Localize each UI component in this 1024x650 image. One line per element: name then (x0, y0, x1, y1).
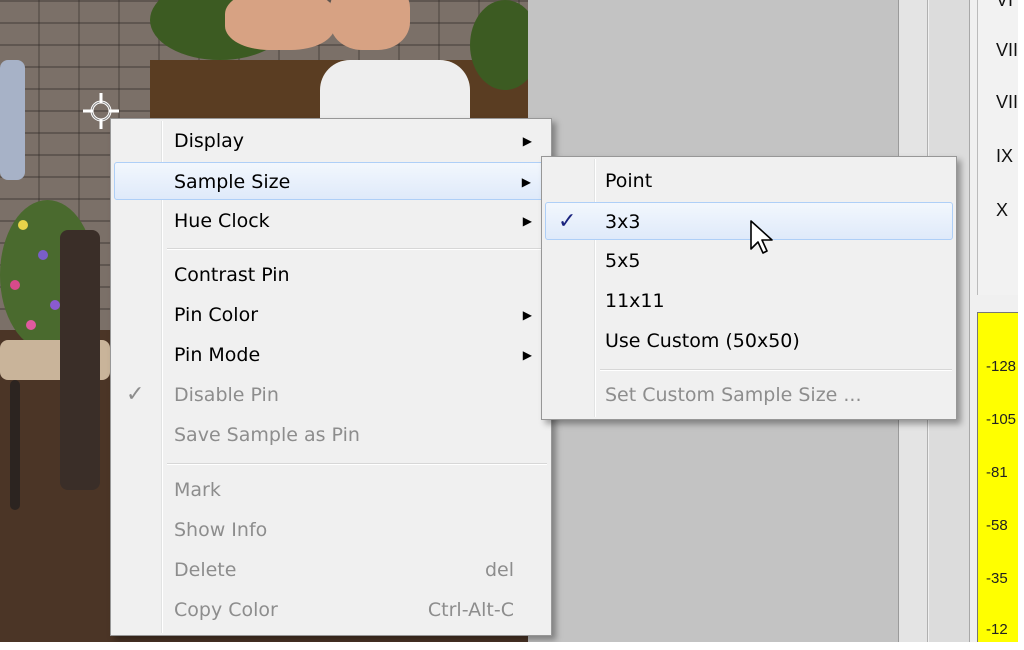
menu-item-label: 5x5 (605, 250, 641, 272)
menu-item-hue-clock[interactable]: Hue Clock ▶ (114, 202, 548, 240)
scale-tick-label: -81 (986, 464, 1008, 481)
checkmark-icon: ✓ (126, 382, 145, 407)
roman-label: X (996, 200, 1009, 220)
scale-tick-label: -12 (986, 621, 1008, 638)
scale-tick-label: -58 (986, 517, 1008, 534)
menu-item-copy-color[interactable]: Copy Color Ctrl-Alt-C (114, 591, 548, 629)
menu-item-label: Save Sample as Pin (174, 424, 360, 446)
menu-item-label: Pin Mode (174, 344, 261, 366)
menu-item-label: Disable Pin (174, 384, 279, 406)
roman-label: VII (996, 40, 1018, 60)
menu-item-show-info[interactable]: Show Info (114, 511, 548, 549)
scale-tick-label: -105 (986, 411, 1017, 428)
menu-item-shortcut: Ctrl-Alt-C (427, 599, 514, 621)
menu-separator (167, 463, 547, 465)
roman-label-list: VI VII VIII IX X (977, 0, 1018, 295)
menu-separator (600, 369, 952, 371)
menu-item-label: Display (174, 130, 245, 152)
roman-label: VIII (996, 92, 1018, 112)
menu-item-label: Copy Color (174, 599, 278, 621)
checkmark-icon: ✓ (558, 209, 577, 234)
yellow-scale-panel: -128 -105 -81 -58 -35 -12 (977, 312, 1018, 642)
submenu-item-point[interactable]: Point (545, 162, 953, 200)
menu-separator (167, 248, 547, 250)
menu-item-save-sample-as-pin[interactable]: Save Sample as Pin (114, 416, 548, 454)
menu-item-label: Show Info (174, 519, 268, 541)
menu-item-delete[interactable]: Delete del (114, 551, 548, 589)
menu-item-pin-color[interactable]: Pin Color ▶ (114, 296, 548, 334)
menu-item-shortcut: del (484, 559, 514, 581)
menu-item-label: Contrast Pin (174, 264, 290, 286)
menu-item-label: Mark (174, 479, 221, 501)
submenu-arrow-icon: ▶ (521, 175, 531, 189)
mouse-pointer-icon (750, 220, 773, 254)
application-window: VI VII VIII IX X -128 -105 -81 -58 -35 -… (0, 0, 1018, 642)
menu-item-display[interactable]: Display ▶ (114, 122, 548, 160)
scale-tick-label: -35 (986, 570, 1008, 587)
menu-item-label: 11x11 (605, 290, 665, 312)
menu-item-label: Use Custom (50x50) (605, 330, 800, 352)
menu-item-label: Point (605, 170, 653, 192)
menu-item-label: Hue Clock (174, 210, 270, 232)
menu-item-contrast-pin[interactable]: Contrast Pin (114, 256, 548, 294)
menu-item-label: Set Custom Sample Size ... (605, 384, 862, 406)
context-menu: Display ▶ Sample Size ▶ Hue Clock ▶ Cont… (110, 118, 552, 636)
menu-item-pin-mode[interactable]: Pin Mode ▶ (114, 336, 548, 374)
roman-label: IX (996, 146, 1014, 166)
menu-item-sample-size[interactable]: Sample Size ▶ (114, 162, 548, 200)
roman-label: VI (996, 0, 1014, 10)
submenu-arrow-icon: ▶ (522, 348, 532, 362)
sample-size-submenu: Point ✓ 3x3 5x5 11x11 Use Custom (50x50)… (541, 156, 957, 420)
menu-item-mark[interactable]: Mark (114, 471, 548, 509)
menu-item-label: Pin Color (174, 304, 259, 326)
menu-item-label: Sample Size (174, 171, 291, 193)
submenu-item-11x11[interactable]: 11x11 (545, 282, 953, 320)
submenu-item-use-custom[interactable]: Use Custom (50x50) (545, 322, 953, 360)
menu-item-label: Delete (174, 559, 237, 581)
menu-item-label: 3x3 (605, 211, 641, 233)
submenu-arrow-icon: ▶ (522, 214, 532, 228)
submenu-arrow-icon: ▶ (522, 134, 532, 148)
submenu-item-set-custom-sample-size[interactable]: Set Custom Sample Size ... (545, 376, 953, 414)
menu-item-disable-pin[interactable]: ✓ Disable Pin (114, 376, 548, 414)
scale-tick-label: -128 (986, 358, 1017, 375)
submenu-arrow-icon: ▶ (522, 308, 532, 322)
